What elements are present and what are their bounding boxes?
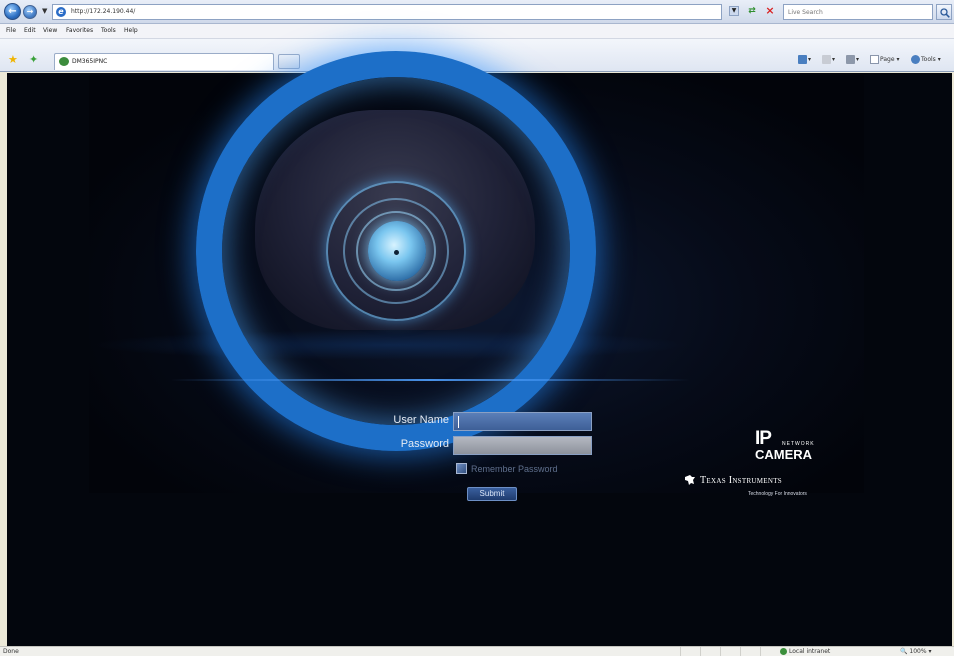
password-field[interactable] (453, 436, 592, 455)
tab-title: DM365IPNC (72, 58, 108, 65)
status-divider (720, 647, 721, 656)
remember-password-label[interactable]: Remember Password (471, 464, 558, 474)
menu-help[interactable]: Help (124, 27, 138, 34)
company-name: Texas Instruments (700, 475, 782, 486)
status-divider (760, 647, 761, 656)
menu-bar: File Edit View Favorites Tools Help (0, 24, 954, 39)
home-button[interactable]: ▾ (798, 55, 811, 64)
text-caret (458, 416, 459, 428)
tab-dm365ipnc[interactable]: DM365IPNC (54, 53, 274, 70)
address-dropdown-button[interactable]: ▼ (729, 6, 739, 16)
feeds-icon (822, 55, 831, 64)
logo-ip-text: IP (755, 428, 772, 449)
feeds-button[interactable]: ▾ (822, 55, 835, 64)
tools-menu-icon (911, 55, 920, 64)
new-tab-button[interactable] (278, 54, 300, 69)
search-button[interactable] (936, 4, 952, 20)
tab-page-icon (59, 57, 69, 66)
menu-favorites[interactable]: Favorites (66, 27, 93, 34)
zoom-level: 100% (909, 648, 927, 655)
page-menu[interactable]: Page ▾ (870, 55, 899, 64)
zone-label: Local intranet (789, 648, 831, 655)
menu-view[interactable]: View (43, 27, 57, 34)
refresh-icon: ⇄ (748, 6, 756, 16)
tools-menu[interactable]: Tools ▾ (911, 55, 941, 64)
logo-camera-text: CAMERA (755, 447, 813, 462)
search-input[interactable] (784, 5, 924, 19)
username-label: User Name (393, 414, 449, 426)
lens-center-dot (394, 250, 399, 255)
page-menu-label: Page (880, 56, 895, 63)
forward-icon: → (26, 7, 34, 16)
security-zone[interactable]: Local intranet (780, 648, 830, 655)
back-button[interactable]: ← (4, 3, 21, 20)
ti-logo-icon (685, 475, 695, 485)
company-tagline: Technology For Innovators (748, 491, 807, 497)
page-menu-icon (870, 55, 879, 64)
home-icon (798, 55, 807, 64)
stop-button[interactable]: × (763, 5, 777, 17)
forward-button[interactable]: → (23, 5, 37, 19)
status-divider (740, 647, 741, 656)
menu-edit[interactable]: Edit (24, 27, 36, 34)
remember-password-checkbox[interactable] (456, 463, 467, 474)
back-icon: ← (8, 6, 17, 17)
search-box[interactable] (783, 4, 933, 20)
menu-file[interactable]: File (6, 27, 16, 34)
add-favorites-icon[interactable]: ✦ (29, 54, 38, 65)
username-input[interactable] (454, 413, 591, 430)
favorites-star-icon[interactable]: ★ (8, 54, 18, 65)
horizon-glow-line (170, 379, 690, 381)
status-divider (680, 647, 681, 656)
zoom-control[interactable]: 🔍 100% ▾ (900, 648, 931, 655)
status-bar: Done Local intranet 🔍 100% ▾ (0, 646, 954, 656)
page-icon: e (56, 7, 66, 17)
menu-tools[interactable]: Tools (101, 27, 116, 34)
tools-menu-label: Tools (921, 56, 936, 63)
status-text: Done (3, 648, 19, 655)
username-field[interactable] (453, 412, 592, 431)
password-label: Password (400, 438, 449, 450)
print-button[interactable]: ▾ (846, 55, 859, 64)
status-divider (700, 647, 701, 656)
submit-button[interactable]: Submit (467, 487, 517, 501)
refresh-button[interactable]: ⇄ (745, 5, 759, 17)
address-toolbar: ← → ▼ e http://172.24.190.44/ ▼ ⇄ × (0, 0, 954, 24)
globe-icon (780, 648, 787, 655)
history-dropdown-icon[interactable]: ▼ (42, 7, 47, 15)
address-text[interactable]: http://172.24.190.44/ (71, 8, 135, 15)
address-field[interactable]: e http://172.24.190.44/ (52, 4, 722, 20)
print-icon (846, 55, 855, 64)
password-input[interactable] (454, 437, 591, 454)
search-icon (940, 8, 950, 18)
stop-icon: × (765, 4, 775, 17)
